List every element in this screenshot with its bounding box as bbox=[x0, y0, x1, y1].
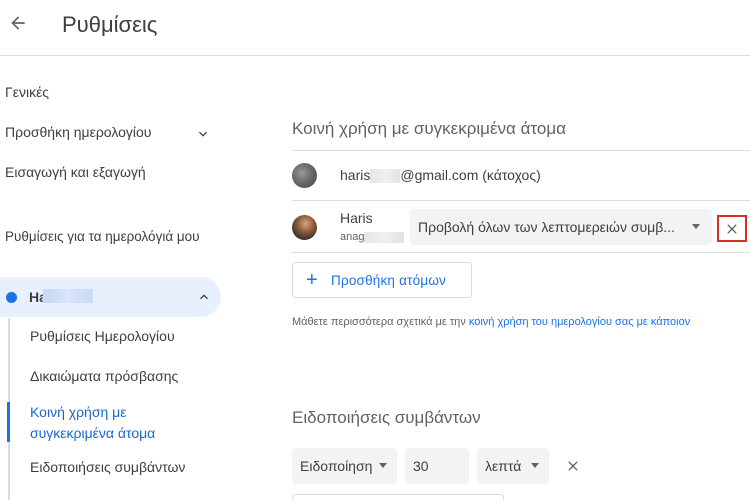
permission-value: Προβολή όλων των λεπτομερειών συμβ... bbox=[418, 219, 675, 235]
learn-more-link[interactable]: κοινή χρήση του ημερολογίου σας με κάποι… bbox=[469, 316, 690, 328]
person-email-prefix: anag bbox=[340, 231, 365, 243]
close-icon bbox=[568, 461, 578, 471]
owner-email-prefix: haris bbox=[340, 167, 371, 183]
close-icon bbox=[727, 223, 737, 234]
owner-email: haris @gmail.com (κάτοχος) bbox=[340, 167, 541, 184]
redacted-text bbox=[370, 169, 401, 184]
permission-select[interactable]: Προβολή όλων των λεπτομερειών συμβ... bbox=[410, 209, 712, 245]
add-notification-button[interactable] bbox=[292, 494, 504, 500]
redacted-name bbox=[43, 289, 93, 303]
dropdown-arrow-icon bbox=[531, 463, 539, 468]
sidebar-item-import-export[interactable]: Εισαγωγή και εξαγωγή bbox=[5, 164, 146, 180]
owner-avatar bbox=[292, 163, 317, 188]
remove-notification-button[interactable] bbox=[564, 457, 582, 475]
notification-unit-value: λεπτά bbox=[485, 458, 522, 474]
sidebar-item-add-calendar[interactable]: Προσθήκη ημερολογίου bbox=[5, 124, 151, 140]
main-content: Κοινή χρήση με συγκεκριμένα άτομα haris @… bbox=[292, 56, 750, 500]
notification-type-value: Ειδοποίηση bbox=[300, 458, 373, 474]
notification-amount-value: 30 bbox=[413, 458, 429, 474]
learn-more-text: Μάθετε περισσότερα σχετικά με την κοινή … bbox=[292, 316, 690, 328]
chevron-down-icon[interactable] bbox=[195, 126, 211, 142]
subnav-active-indicator bbox=[7, 402, 10, 442]
back-button[interactable] bbox=[6, 11, 30, 35]
sidebar-subitem-share-specific[interactable]: Κοινή χρήση με συγκεκριμένα άτομα bbox=[30, 402, 200, 444]
sidebar-subitem-calendar-settings[interactable]: Ρυθμίσεις Ημερολογίου bbox=[30, 328, 175, 344]
sidebar-calendar-item[interactable]: Ha bbox=[0, 277, 221, 317]
person-avatar bbox=[292, 215, 317, 240]
calendar-color-dot bbox=[6, 292, 17, 303]
notification-unit-select[interactable]: λεπτά bbox=[477, 448, 549, 484]
page-title: Ρυθμίσεις bbox=[62, 12, 158, 37]
divider bbox=[292, 200, 750, 201]
dropdown-arrow-icon bbox=[379, 463, 387, 468]
sidebar: Γενικές Προσθήκη ημερολογίου Εισαγωγή κα… bbox=[0, 56, 230, 500]
share-section-title: Κοινή χρήση με συγκεκριμένα άτομα bbox=[292, 119, 566, 138]
dropdown-arrow-icon bbox=[692, 224, 700, 229]
person-email: anag bbox=[340, 231, 405, 243]
notification-type-select[interactable]: Ειδοποίηση bbox=[292, 448, 397, 484]
redacted-text bbox=[364, 231, 405, 243]
sidebar-subitem-access-permissions[interactable]: Δικαιώματα πρόσβασης bbox=[30, 368, 178, 384]
add-people-label: Προσθήκη ατόμων bbox=[331, 273, 447, 288]
person-name: Haris bbox=[340, 210, 373, 226]
sidebar-section-heading: Ρυθμίσεις για τα ημερολόγιά μου bbox=[5, 229, 200, 244]
plus-icon: + bbox=[306, 269, 318, 291]
owner-email-suffix: @gmail.com (κάτοχος) bbox=[400, 167, 541, 183]
sidebar-item-general[interactable]: Γενικές bbox=[5, 84, 49, 100]
sidebar-subitem-event-notifications[interactable]: Ειδοποιήσεις συμβάντων bbox=[30, 459, 185, 475]
divider bbox=[292, 150, 750, 151]
arrow-left-icon bbox=[11, 16, 25, 30]
chevron-up-icon[interactable] bbox=[196, 289, 212, 305]
divider bbox=[292, 252, 750, 253]
notifications-section-title: Ειδοποιήσεις συμβάντων bbox=[292, 408, 481, 427]
learn-more-prefix: Μάθετε περισσότερα σχετικά με την bbox=[292, 316, 469, 328]
header: Ρυθμίσεις bbox=[0, 0, 750, 56]
add-people-button[interactable]: + Προσθήκη ατόμων bbox=[292, 262, 472, 298]
notification-amount-input[interactable]: 30 bbox=[405, 448, 469, 484]
remove-person-button[interactable] bbox=[717, 215, 747, 242]
